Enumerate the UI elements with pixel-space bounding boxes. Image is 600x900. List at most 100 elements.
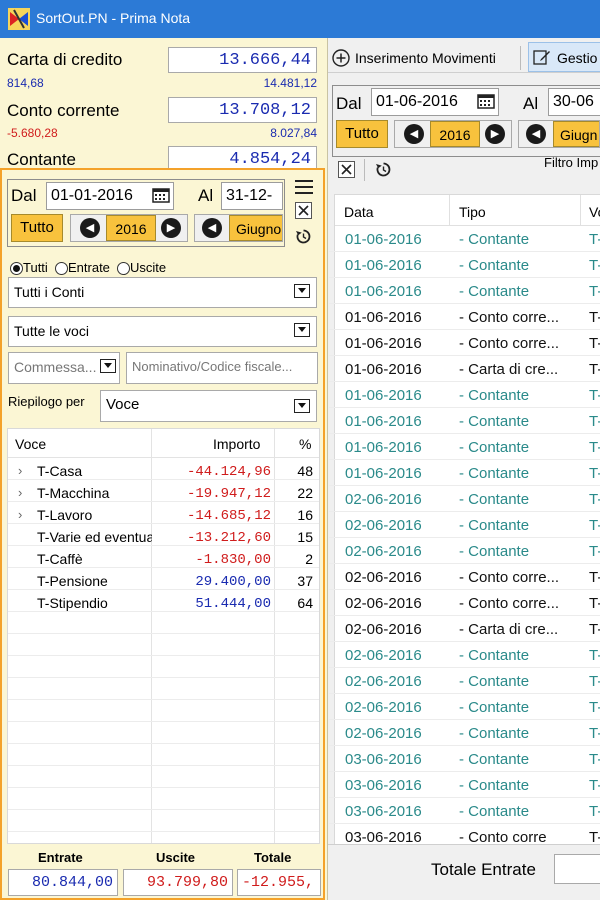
summary-row[interactable]: › T-Macchina -19.947,12 22 — [8, 482, 319, 504]
movement-voce: T- — [589, 231, 600, 248]
movement-row[interactable]: 01-06-2016 - Contante T- — [329, 226, 600, 252]
movement-row[interactable]: 02-06-2016 - Conto corre... T- — [329, 564, 600, 590]
radio-uscite[interactable] — [117, 262, 130, 275]
balance-label-contante: Contante — [7, 150, 76, 168]
movement-row[interactable]: 02-06-2016 - Contante T- — [329, 720, 600, 746]
balance-sub-left-carta: 814,68 — [7, 76, 44, 90]
movement-rows: 01-06-2016 - Contante T- 01-06-2016 - Contan… — [329, 226, 600, 845]
movement-date: 01-06-2016 — [345, 465, 422, 482]
movement-row[interactable]: 03-06-2016 - Contante T- — [329, 772, 600, 798]
movement-voce: T- — [589, 413, 600, 430]
movement-row[interactable]: 01-06-2016 - Contante T- — [329, 382, 600, 408]
tab-inserimento-movimenti[interactable]: Inserimento Movimenti — [355, 50, 496, 66]
movement-row[interactable]: 02-06-2016 - Contante T- — [329, 512, 600, 538]
expand-chevron-icon[interactable]: › — [18, 463, 22, 478]
expand-chevron-icon[interactable]: › — [18, 485, 22, 500]
movement-row[interactable]: 01-06-2016 - Contante T- — [329, 252, 600, 278]
summary-importo: -1.830,00 — [195, 552, 271, 568]
right-year-prev-icon[interactable]: ◀ — [404, 124, 424, 144]
radio-entrate[interactable] — [55, 262, 68, 275]
totals-header-totale: Totale — [254, 850, 292, 865]
year-prev-icon[interactable]: ◀ — [80, 218, 100, 238]
riepilogo-label: Riepilogo per — [8, 394, 85, 409]
dal-label: Dal — [11, 186, 37, 205]
radio-tutti[interactable] — [10, 262, 23, 275]
tab-bar-bottom — [328, 72, 600, 73]
al-date-input[interactable]: 31-12- — [221, 182, 283, 210]
reset-icon[interactable] — [375, 161, 392, 178]
movement-voce: T- — [589, 465, 600, 482]
summary-rows: › T-Casa -44.124,96 48 › T-Macchina -19.947,12… — [8, 458, 319, 843]
close-icon[interactable] — [338, 161, 355, 178]
movement-date: 02-06-2016 — [345, 543, 422, 560]
movement-row[interactable]: 03-06-2016 - Conto corre T- — [329, 824, 600, 845]
commessa-select[interactable]: Commessa... — [8, 352, 120, 384]
month-prev-icon[interactable]: ◀ — [202, 218, 222, 238]
summary-row[interactable]: › T-Lavoro -14.685,12 16 — [8, 504, 319, 526]
movement-row[interactable]: 02-06-2016 - Contante T- — [329, 538, 600, 564]
movement-row[interactable]: 01-06-2016 - Conto corre... T- — [329, 304, 600, 330]
movement-tipo: - Contante — [459, 387, 530, 404]
movement-voce: T- — [589, 777, 600, 794]
dropdown-icon[interactable] — [294, 399, 310, 413]
expand-chevron-icon[interactable]: › — [18, 507, 22, 522]
menu-icon[interactable] — [294, 178, 314, 196]
nominativo-input[interactable]: Nominativo/Codice fiscale... — [126, 352, 318, 384]
movement-date: 03-06-2016 — [345, 829, 422, 845]
calendar-icon[interactable] — [152, 187, 170, 203]
movement-row[interactable]: 02-06-2016 - Conto corre... T- — [329, 590, 600, 616]
movement-row[interactable]: 02-06-2016 - Contante T- — [329, 668, 600, 694]
movement-row[interactable]: 03-06-2016 - Contante T- — [329, 746, 600, 772]
movement-date: 01-06-2016 — [345, 413, 422, 430]
right-year-next-icon[interactable]: ▶ — [485, 124, 505, 144]
movement-date: 01-06-2016 — [345, 231, 422, 248]
movement-row[interactable]: 01-06-2016 - Contante T- — [329, 434, 600, 460]
movement-row[interactable]: 02-06-2016 - Contante T- — [329, 486, 600, 512]
dropdown-icon[interactable] — [294, 284, 310, 298]
dropdown-icon[interactable] — [100, 359, 116, 373]
movement-tipo: - Conto corre... — [459, 309, 560, 326]
summary-pct: 2 — [305, 551, 313, 567]
movement-date: 01-06-2016 — [345, 335, 422, 352]
movement-voce: T- — [589, 595, 600, 612]
movement-row[interactable]: 03-06-2016 - Contante T- — [329, 798, 600, 824]
voci-select[interactable]: Tutte le voci — [8, 316, 317, 347]
movement-tipo: - Contante — [459, 751, 530, 768]
summary-row[interactable]: T-Caffè -1.830,00 2 — [8, 548, 319, 570]
right-month-prev-icon[interactable]: ◀ — [526, 124, 546, 144]
movement-tipo: - Contante — [459, 413, 530, 430]
right-dal-date-value: 01-06-2016 — [376, 93, 458, 110]
calendar-icon[interactable] — [477, 93, 495, 109]
balance-row-contante: Contante 4.854,24 — [0, 146, 326, 168]
movement-row[interactable]: 02-06-2016 - Contante T- — [329, 642, 600, 668]
movement-row[interactable]: 01-06-2016 - Contante T- — [329, 278, 600, 304]
conti-select[interactable]: Tutti i Conti — [8, 277, 317, 308]
movement-voce: T- — [589, 829, 600, 845]
movement-date: 01-06-2016 — [345, 387, 422, 404]
movement-row[interactable]: 02-06-2016 - Carta di cre... T- — [329, 616, 600, 642]
movement-row[interactable]: 01-06-2016 - Contante T- — [329, 460, 600, 486]
tutto-button[interactable]: Tutto — [11, 214, 63, 242]
summary-row[interactable]: T-Stipendio 51.444,00 64 — [8, 592, 319, 614]
right-tutto-button[interactable]: Tutto — [336, 120, 388, 148]
movement-row[interactable]: 01-06-2016 - Contante T- — [329, 408, 600, 434]
right-year-value: 2016 — [430, 121, 480, 147]
summary-row[interactable]: › T-Casa -44.124,96 48 — [8, 460, 319, 482]
reset-icon[interactable] — [295, 228, 312, 245]
movement-row[interactable]: 01-06-2016 - Carta di cre... T- — [329, 356, 600, 382]
nominativo-placeholder: Nominativo/Codice fiscale... — [132, 359, 293, 374]
year-next-icon[interactable]: ▶ — [161, 218, 181, 238]
dropdown-icon[interactable] — [294, 323, 310, 337]
movement-date: 02-06-2016 — [345, 595, 422, 612]
movement-row[interactable]: 01-06-2016 - Conto corre... T- — [329, 330, 600, 356]
right-al-date-input[interactable]: 30-06 — [548, 88, 600, 116]
riepilogo-select[interactable]: Voce — [100, 390, 317, 422]
summary-voce: T-Varie ed eventuali — [37, 529, 152, 545]
close-icon[interactable] — [295, 202, 312, 219]
summary-row[interactable]: T-Varie ed eventuali -13.212,60 15 — [8, 526, 319, 548]
summary-importo: -19.947,12 — [186, 486, 271, 502]
summary-row[interactable]: T-Pensione 29.400,00 37 — [8, 570, 319, 592]
tab-gestione[interactable]: Gestio — [528, 42, 600, 72]
movement-date: 03-06-2016 — [345, 777, 422, 794]
movement-row[interactable]: 02-06-2016 - Contante T- — [329, 694, 600, 720]
